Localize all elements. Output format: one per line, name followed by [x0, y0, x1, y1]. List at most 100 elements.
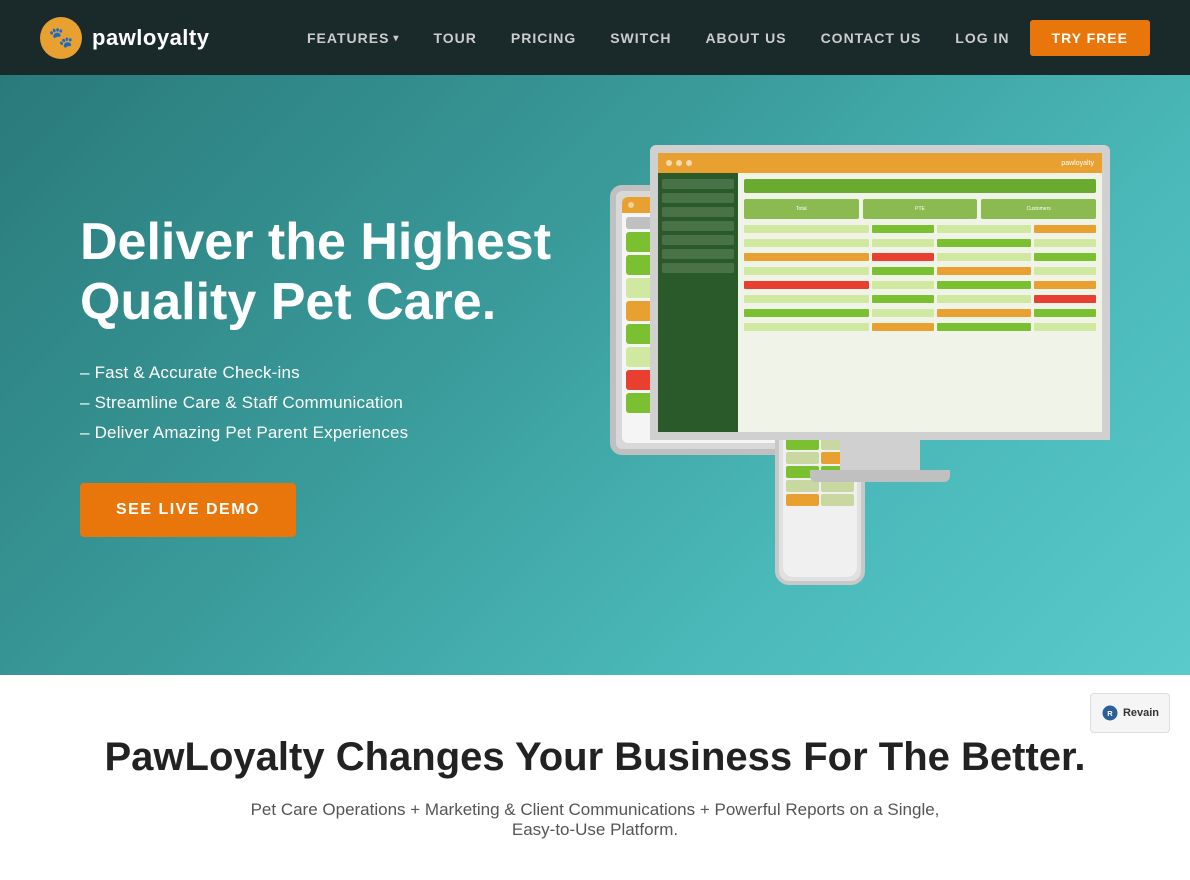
monitor-screen: pawloyalty Total	[650, 145, 1110, 440]
monitor-brand: pawloyalty	[1061, 160, 1094, 167]
monitor-main: Total PTE Customers	[738, 173, 1102, 432]
hero-feature-1: – Fast & Accurate Check-ins	[80, 363, 580, 383]
table-row	[744, 225, 1096, 233]
phone-cell	[821, 494, 854, 506]
table-cell	[744, 281, 869, 289]
desktop-mockup: pawloyalty Total	[650, 145, 1110, 485]
table-cell	[937, 225, 1031, 233]
hero-content: Deliver the Highest Quality Pet Care. – …	[80, 213, 580, 537]
revain-icon: R	[1101, 704, 1119, 722]
table-row	[744, 281, 1096, 289]
hero-features: – Fast & Accurate Check-ins – Streamline…	[80, 363, 580, 443]
monitor-table	[744, 225, 1096, 334]
sidebar-item	[662, 221, 734, 231]
bottom-title: PawLoyalty Changes Your Business For The…	[40, 735, 1150, 780]
monitor-dot	[666, 160, 672, 166]
bottom-section: PawLoyalty Changes Your Business For The…	[0, 675, 1190, 880]
table-row	[744, 253, 1096, 261]
table-cell	[872, 281, 934, 289]
monitor-stand	[840, 440, 920, 470]
sidebar-item	[662, 235, 734, 245]
sidebar-item	[662, 193, 734, 203]
revain-badge[interactable]: R Revain	[1090, 693, 1170, 733]
table-cell	[872, 239, 934, 247]
table-row	[744, 239, 1096, 247]
chevron-down-icon: ▾	[393, 33, 399, 44]
sidebar-item	[662, 249, 734, 259]
navbar: 🐾 pawloyalty FEATURES ▾ TOUR PRICING SWI…	[0, 0, 1190, 75]
nav-tour[interactable]: TOUR	[419, 22, 490, 54]
monitor-main-header	[744, 179, 1096, 193]
table-cell	[1034, 281, 1096, 289]
table-cell	[744, 295, 869, 303]
table-cell	[937, 281, 1031, 289]
monitor-stats-row: Total PTE Customers	[744, 199, 1096, 219]
monitor-sidebar	[658, 173, 738, 432]
table-row	[744, 295, 1096, 303]
table-cell	[744, 323, 869, 331]
table-cell	[1034, 295, 1096, 303]
phone-cell	[786, 494, 819, 506]
nav-switch[interactable]: SWITCH	[596, 22, 685, 54]
sidebar-item	[662, 263, 734, 273]
table-cell	[937, 295, 1031, 303]
table-cell	[1034, 239, 1096, 247]
phone-row	[786, 494, 854, 506]
table-cell	[744, 225, 869, 233]
monitor-dot	[686, 160, 692, 166]
sidebar-item	[662, 207, 734, 217]
table-cell	[872, 323, 934, 331]
tablet-dot	[628, 202, 634, 208]
nav-about[interactable]: ABOUT US	[691, 22, 800, 54]
logo-icon: 🐾	[40, 17, 82, 59]
table-cell	[1034, 309, 1096, 317]
nav-pricing[interactable]: PRICING	[497, 22, 590, 54]
table-cell	[1034, 323, 1096, 331]
monitor-stat: Total	[744, 199, 859, 219]
monitor-dot	[676, 160, 682, 166]
table-cell	[872, 253, 934, 261]
table-row	[744, 323, 1096, 331]
hero-feature-2: – Streamline Care & Staff Communication	[80, 393, 580, 413]
table-cell	[937, 267, 1031, 275]
bottom-subtitle: Pet Care Operations + Marketing & Client…	[245, 800, 945, 840]
table-cell	[937, 323, 1031, 331]
table-cell	[1034, 225, 1096, 233]
logo-text: pawloyalty	[92, 25, 209, 51]
hero-section: Deliver the Highest Quality Pet Care. – …	[0, 75, 1190, 675]
monitor-bar: pawloyalty	[658, 153, 1102, 173]
table-row	[744, 309, 1096, 317]
table-cell	[937, 239, 1031, 247]
table-cell	[872, 295, 934, 303]
revain-label: Revain	[1123, 707, 1159, 719]
hero-title: Deliver the Highest Quality Pet Care.	[80, 213, 580, 333]
monitor-content: Total PTE Customers	[658, 173, 1102, 432]
table-cell	[1034, 267, 1096, 275]
monitor-stat: Customers	[981, 199, 1096, 219]
nav-features[interactable]: FEATURES ▾	[293, 22, 413, 54]
try-free-button[interactable]: TRY FREE	[1030, 20, 1150, 56]
monitor-stat: PTE	[863, 199, 978, 219]
hero-images: pawloyalty Total	[580, 135, 1110, 615]
monitor-stand-base	[810, 470, 950, 482]
see-live-demo-button[interactable]: SEE LIVE DEMO	[80, 483, 296, 537]
hero-feature-3: – Deliver Amazing Pet Parent Experiences	[80, 423, 580, 443]
logo[interactable]: 🐾 pawloyalty	[40, 17, 209, 59]
logo-paw: 🐾	[49, 25, 74, 50]
table-cell	[937, 309, 1031, 317]
table-cell	[744, 309, 869, 317]
table-cell	[744, 239, 869, 247]
table-cell	[744, 267, 869, 275]
table-cell	[1034, 253, 1096, 261]
svg-text:R: R	[1107, 709, 1113, 718]
table-cell	[937, 253, 1031, 261]
sidebar-item	[662, 179, 734, 189]
table-cell	[872, 225, 934, 233]
nav-contact[interactable]: CONTACT US	[807, 22, 936, 54]
nav-links: FEATURES ▾ TOUR PRICING SWITCH ABOUT US …	[293, 20, 1150, 56]
table-cell	[872, 309, 934, 317]
nav-login[interactable]: LOG IN	[941, 22, 1023, 54]
table-cell	[872, 267, 934, 275]
table-cell	[744, 253, 869, 261]
table-row	[744, 267, 1096, 275]
